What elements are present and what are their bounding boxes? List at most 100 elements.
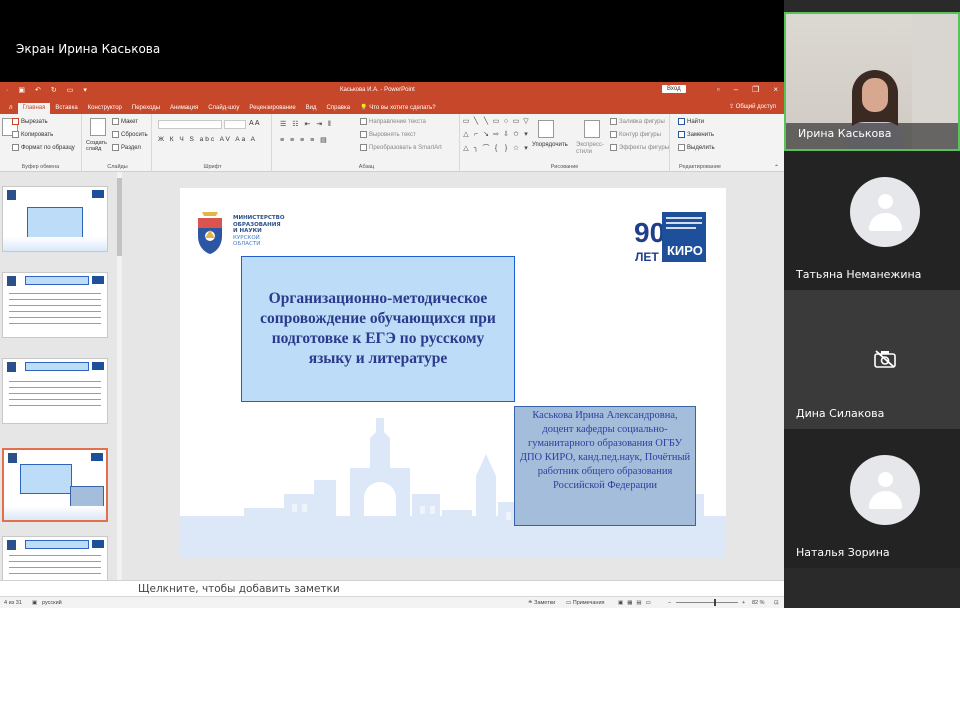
- tab-design[interactable]: Конструктор: [83, 103, 127, 114]
- meeting-stage: Экран Ирина Каськова · ▣ ↶ ↻ ▭ ▾ Каськов…: [0, 0, 960, 608]
- window-controls: ▫ – ❐ ×: [717, 85, 778, 94]
- ribbon: Вырезать Копировать Формат по образцу Бу…: [0, 114, 784, 172]
- notes-toggle[interactable]: ≗ Заметки: [528, 600, 555, 606]
- language-indicator[interactable]: русский: [42, 600, 62, 606]
- save-icon[interactable]: ▣: [18, 87, 25, 94]
- participant-tile[interactable]: Наталья Зорина: [784, 429, 960, 568]
- shape-effects-button[interactable]: Эффекты фигуры: [610, 144, 669, 151]
- cut-button[interactable]: Вырезать: [12, 118, 48, 125]
- crest-icon: [7, 540, 16, 550]
- autosave-icon[interactable]: ·: [6, 87, 8, 94]
- font-format-buttons[interactable]: Ж К Ч S abc AV Aa A: [158, 136, 257, 143]
- tab-slideshow[interactable]: Слайд-шоу: [203, 103, 244, 114]
- arrange-button[interactable]: Упорядочить: [532, 142, 568, 148]
- coat-of-arms-logo: [198, 212, 222, 254]
- zoom-level[interactable]: 82 %: [752, 600, 765, 606]
- format-painter-button[interactable]: Формат по образцу: [12, 144, 75, 151]
- slide-thumbnail[interactable]: [2, 358, 108, 424]
- text-direction-button[interactable]: Направление текста: [360, 118, 426, 125]
- slide-thumbnail-selected[interactable]: [2, 448, 108, 522]
- copy-button[interactable]: Копировать: [12, 131, 53, 138]
- fit-slide-icon[interactable]: ⊡: [774, 600, 779, 606]
- kiro-logo-icon: [92, 540, 104, 548]
- minimize-icon[interactable]: –: [734, 85, 738, 94]
- thumbnail-scrollbar[interactable]: [117, 172, 122, 580]
- thumbnail-title-box: [20, 464, 72, 494]
- zoom-in-icon[interactable]: +: [742, 600, 745, 606]
- quick-styles-button[interactable]: Экспресс-стили: [576, 142, 606, 156]
- svg-text:КИРО: КИРО: [667, 243, 703, 258]
- tab-transitions[interactable]: Переходы: [127, 103, 165, 114]
- redo-icon[interactable]: ↻: [51, 87, 57, 94]
- section-button[interactable]: Раздел: [112, 144, 141, 151]
- notes-pane[interactable]: Щелкните, чтобы добавить заметки: [0, 580, 784, 596]
- new-slide-icon[interactable]: [90, 118, 106, 136]
- tell-me-search[interactable]: 💡 Что вы хотите сделать?: [355, 102, 440, 114]
- fill-bucket-icon: [610, 118, 617, 125]
- kiro-logo-icon: [92, 190, 104, 198]
- quick-access-toolbar: · ▣ ↶ ↻ ▭ ▾: [6, 87, 87, 94]
- find-button[interactable]: Найти: [678, 118, 704, 125]
- current-slide[interactable]: МИНИСТЕРСТВО ОБРАЗОВАНИЯ И НАУКИ КУРСКОЙ…: [180, 188, 726, 558]
- thumbnail-title-box: [25, 276, 89, 285]
- close-icon[interactable]: ×: [773, 85, 778, 94]
- section-icon: [112, 144, 119, 151]
- view-buttons[interactable]: ▣▦▤▭: [618, 600, 655, 606]
- tab-view[interactable]: Вид: [301, 103, 322, 114]
- undo-icon[interactable]: ↶: [35, 87, 41, 94]
- shape-outline-button[interactable]: Контур фигуры: [610, 131, 661, 138]
- maximize-icon[interactable]: ❐: [752, 85, 759, 94]
- quick-styles-icon[interactable]: [584, 120, 600, 138]
- slide-thumbnail[interactable]: [2, 272, 108, 338]
- tab-home[interactable]: Главная: [17, 103, 51, 114]
- empty-area: [0, 608, 960, 720]
- comments-toggle[interactable]: ▭ Примечания: [566, 600, 605, 606]
- slide-title-box[interactable]: Организационно-методическое сопровождени…: [241, 256, 515, 402]
- align-text-button[interactable]: Выровнять текст: [360, 131, 416, 138]
- align-buttons[interactable]: ≡ ≡ ≡ ≡ ▤: [280, 136, 329, 144]
- thumbnail-title-box: [27, 207, 83, 239]
- font-family-select[interactable]: [158, 120, 222, 129]
- smartart-button[interactable]: Преобразовать в SmartArt: [360, 144, 442, 151]
- reset-button[interactable]: Сбросить: [112, 131, 148, 138]
- camera-off-icon: [874, 350, 896, 368]
- zoom-out-icon[interactable]: –: [668, 600, 671, 606]
- list-buttons[interactable]: ☰ ☷ ⇤ ⇥ ‖: [280, 120, 333, 128]
- scrollbar-thumb[interactable]: [117, 178, 122, 256]
- shape-fill-button[interactable]: Заливка фигуры: [610, 118, 665, 125]
- tab-file[interactable]: л: [4, 103, 18, 114]
- shapes-gallery[interactable]: ▭ ╲ ╲ ▭ ○ ▭ ▽ △ ⌐ ↘ ⇨ ⇩ ✩ ▾ △ ╮ ⌒{} ☆ ▾: [462, 118, 530, 156]
- start-slideshow-icon[interactable]: ▭: [67, 87, 74, 94]
- share-button[interactable]: ⇪ Общий доступ: [729, 103, 776, 110]
- font-grow-icon[interactable]: A A: [249, 120, 260, 127]
- slide-thumbnail[interactable]: [2, 186, 108, 252]
- font-size-select[interactable]: [224, 120, 246, 129]
- slide-counter: 4 из 31: [4, 600, 22, 606]
- replace-button[interactable]: Заменить: [678, 131, 714, 138]
- signin-button[interactable]: Вход: [662, 85, 686, 93]
- spellcheck-icon[interactable]: ▣: [32, 600, 37, 606]
- tab-insert[interactable]: Вставка: [50, 103, 82, 114]
- participant-tile-active[interactable]: Ирина Каськова: [784, 12, 960, 151]
- zoom-slider[interactable]: [676, 599, 738, 606]
- collapse-ribbon-icon[interactable]: ⌃: [774, 164, 779, 171]
- lightbulb-icon: 💡: [360, 105, 370, 111]
- ribbon-display-icon[interactable]: ▫: [717, 85, 720, 94]
- layout-button[interactable]: Макет: [112, 118, 138, 125]
- select-button[interactable]: Выделить: [678, 144, 715, 151]
- customize-qat-icon[interactable]: ▾: [83, 87, 87, 94]
- crest-icon: [7, 276, 16, 286]
- city-silhouette: [3, 237, 107, 251]
- tab-review[interactable]: Рецензирование: [244, 103, 300, 114]
- arrange-icon[interactable]: [538, 120, 554, 138]
- tab-animations[interactable]: Анимация: [165, 103, 203, 114]
- cursor-icon: [678, 144, 685, 151]
- participant-tile[interactable]: Татьяна Неманежина: [784, 151, 960, 290]
- kiro-logo-icon: [92, 276, 104, 284]
- ribbon-group-clipboard: Вырезать Копировать Формат по образцу Бу…: [0, 114, 82, 172]
- new-slide-button[interactable]: Создать слайд: [86, 140, 114, 152]
- effects-icon: [610, 144, 617, 151]
- author-info-box[interactable]: Каськова Ирина Александровна, доцент каф…: [514, 406, 696, 526]
- participant-tile[interactable]: Дина Силакова: [784, 290, 960, 429]
- tab-help[interactable]: Справка: [322, 103, 356, 114]
